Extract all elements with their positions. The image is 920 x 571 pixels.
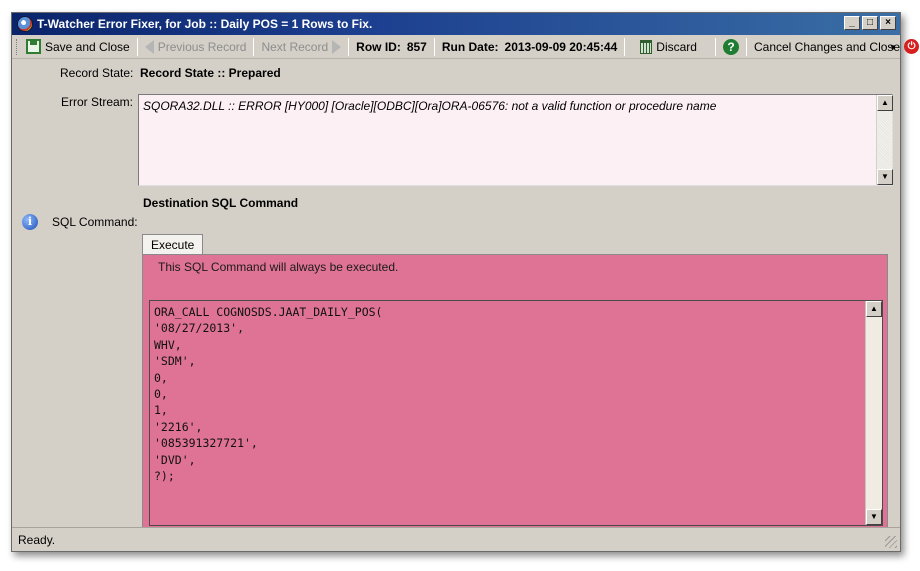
discard-button[interactable]: Discard bbox=[636, 37, 701, 57]
sql-command-editor[interactable]: ORA_CALL COGNOSDS.JAAT_DAILY_POS( '08/27… bbox=[149, 300, 883, 526]
run-date-label: Run Date: bbox=[441, 39, 499, 54]
discard-label: Discard bbox=[656, 39, 697, 54]
error-stream-scrollbar[interactable]: ▲ ▼ bbox=[876, 95, 893, 185]
toolbar-overflow-icon[interactable]: ▼ bbox=[889, 43, 897, 52]
error-stream-text: SQORA32.DLL :: ERROR [HY000] [Oracle][OD… bbox=[143, 99, 717, 113]
scroll-up-button[interactable]: ▲ bbox=[877, 95, 893, 111]
sql-command-text: ORA_CALL COGNOSDS.JAAT_DAILY_POS( '08/27… bbox=[154, 305, 383, 484]
info-icon: i bbox=[22, 214, 38, 230]
scroll-up-button[interactable]: ▲ bbox=[866, 301, 882, 317]
status-bar: Ready. bbox=[12, 527, 900, 551]
row-id-value: 857 bbox=[406, 39, 427, 54]
toolbar-separator bbox=[624, 37, 626, 56]
title-bar[interactable]: T-Watcher Error Fixer, for Job :: Daily … bbox=[12, 13, 900, 35]
maximize-button[interactable]: □ bbox=[862, 16, 878, 30]
previous-record-button[interactable]: Previous Record bbox=[141, 37, 251, 57]
next-record-button[interactable]: Next Record bbox=[257, 37, 345, 57]
error-fixer-window: T-Watcher Error Fixer, for Job :: Daily … bbox=[11, 12, 920, 552]
execute-panel: This SQL Command will always be executed… bbox=[142, 254, 888, 533]
resize-grip-icon[interactable] bbox=[885, 536, 897, 548]
toolbar-separator bbox=[714, 37, 716, 56]
run-date-display: Run Date: 2013-09-09 20:45:44 bbox=[438, 37, 621, 57]
toolbar-grip[interactable] bbox=[16, 38, 17, 55]
row-id-display: Row ID: 857 bbox=[352, 37, 431, 57]
error-stream-textbox[interactable]: SQORA32.DLL :: ERROR [HY000] [Oracle][OD… bbox=[138, 94, 893, 186]
toolbar-separator bbox=[433, 37, 435, 56]
row-id-label: Row ID: bbox=[356, 39, 401, 54]
error-stream-label: Error Stream: bbox=[61, 95, 134, 109]
toolbar-separator bbox=[348, 37, 350, 56]
trash-icon bbox=[640, 39, 653, 54]
window-controls: _ □ × bbox=[844, 16, 896, 30]
help-button[interactable]: ? bbox=[719, 37, 743, 57]
close-button[interactable]: × bbox=[880, 16, 896, 30]
scroll-down-button[interactable]: ▼ bbox=[877, 169, 893, 185]
arrow-right-icon bbox=[332, 39, 342, 54]
minimize-button[interactable]: _ bbox=[844, 16, 860, 30]
scroll-down-button[interactable]: ▼ bbox=[866, 509, 882, 525]
save-and-close-button[interactable]: Save and Close bbox=[22, 37, 134, 57]
app-icon bbox=[17, 16, 33, 32]
execute-note: This SQL Command will always be executed… bbox=[158, 260, 399, 274]
sql-editor-scrollbar[interactable]: ▲ ▼ bbox=[865, 301, 882, 525]
arrow-left-icon bbox=[144, 39, 154, 54]
tab-execute[interactable]: Execute bbox=[142, 234, 204, 255]
record-form: Record State: Record State :: Prepared E… bbox=[12, 60, 900, 533]
cancel-changes-label: Cancel Changes and Close bbox=[753, 39, 901, 54]
status-text: Ready. bbox=[18, 532, 56, 547]
toolbar-separator bbox=[253, 37, 255, 56]
next-record-label: Next Record bbox=[261, 39, 329, 54]
toolbar: Save and Close Previous Record Next Reco… bbox=[12, 35, 920, 59]
power-icon: ⏻ bbox=[904, 39, 920, 54]
toolbar-separator bbox=[745, 37, 747, 56]
destination-sql-title: Destination SQL Command bbox=[143, 196, 299, 210]
toolbar-separator bbox=[136, 37, 138, 56]
record-state-label: Record State: bbox=[60, 66, 134, 80]
window-title: T-Watcher Error Fixer, for Job :: Daily … bbox=[37, 17, 373, 31]
save-icon bbox=[26, 39, 41, 54]
run-date-value: 2013-09-09 20:45:44 bbox=[504, 39, 618, 54]
sql-command-label: SQL Command: bbox=[52, 215, 138, 229]
previous-record-label: Previous Record bbox=[157, 39, 247, 54]
help-icon: ? bbox=[722, 38, 739, 55]
save-and-close-label: Save and Close bbox=[45, 39, 130, 54]
record-state-value: Record State :: Prepared bbox=[140, 66, 281, 80]
